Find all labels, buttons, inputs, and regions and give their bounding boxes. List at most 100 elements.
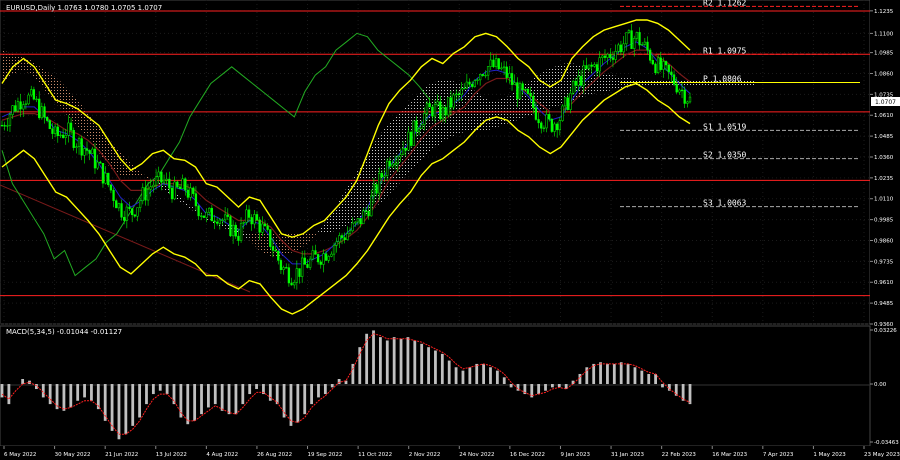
candle-body [266,225,269,230]
candle-body [370,195,373,217]
candle-body [362,210,365,225]
candle-body [83,148,86,156]
candle-body [186,189,190,198]
candle-body [633,38,636,49]
candle-body [393,163,397,165]
cloud-segment [554,63,565,107]
candle-body [101,162,105,184]
candle-body [202,215,206,218]
price-axis[interactable]: 1.12351.11001.09851.08601.07351.06101.04… [870,0,900,328]
cloud-segment [488,100,498,131]
trading-chart[interactable]: R2 1.1262 R1 1.0975 P 1.0806 S1 1.0519 S2 1.… [0,0,900,460]
time-tick-label: 19 Sep 2022 [308,452,343,458]
candle-body [577,75,580,86]
candle-body [234,224,237,237]
price-tick-label: 1.0860 [874,71,894,77]
price-tick-label: 1.0235 [874,176,894,182]
cloud-segment [392,110,403,191]
candle-body [439,101,442,120]
candle-body [247,209,251,218]
candle-body [433,104,437,117]
candle-body [601,55,604,58]
candle-body [173,181,176,200]
candle-body [261,223,264,233]
candle-body [468,81,471,85]
candle-body [566,97,569,110]
time-axis[interactable]: 6 May 2022 30 May 2022 21 Jun 2022 13 Jul 2… [0,446,900,460]
candle-body [431,106,434,117]
macd-tick-label: 0.00 [874,382,887,388]
candle-body [455,93,458,96]
candle-body [295,268,299,283]
price-panel[interactable]: R2 1.1262 R1 1.0975 P 1.0806 S1 1.0519 S2 1.… [0,0,871,325]
candle-body [380,173,384,178]
candle-body [223,214,227,221]
candle-body [138,200,142,208]
candle-body [638,32,641,46]
candle-body [141,187,144,202]
candle-body [463,87,466,90]
candle-body [35,98,38,101]
candle-body [396,156,399,165]
candle-body [356,218,360,223]
candle-body [513,82,516,85]
candle-body [534,107,538,120]
candle-body [617,44,620,52]
price-tick-label: 0.9610 [874,280,894,286]
candle-body [540,122,543,129]
candle-body [595,64,599,72]
candle-body [436,101,439,106]
candle-body [133,214,136,217]
candle-body [160,171,163,183]
candle-body [192,187,195,194]
time-tick-label: 22 Feb 2023 [662,452,697,458]
candle-body [0,125,4,127]
candle-body [548,114,551,120]
candle-body [564,97,567,107]
candle-body [314,250,317,255]
price-tick-label: 1.0610 [874,113,894,119]
candle-body [322,253,325,265]
macd-panel[interactable]: MACD(5,34,5) -0.01044 -0.01127 [0,325,871,447]
candle-body [516,82,519,100]
candle-body [603,55,607,58]
candle-body [46,117,49,121]
candle-body [176,181,179,188]
candle-body [290,282,293,286]
candle-body [646,41,649,51]
price-tick-label: 0.9485 [874,301,894,307]
candle-body [213,220,216,223]
macd-tick-label: 0.03226 [874,328,897,334]
candle-body [489,59,492,67]
price-tick-label: 1.0485 [874,134,894,140]
candle-body [88,150,91,154]
candle-body [590,64,593,67]
candle-body [444,107,447,116]
candle-body [24,103,28,105]
candle-body [221,219,224,221]
candle-body [64,135,67,138]
candle-body [311,250,314,260]
candle-body [19,101,22,110]
cloud-segment [469,86,479,131]
candle-body [518,83,522,100]
candle-body [651,60,654,65]
candle-body [125,206,128,221]
time-tick-label: 23 May 2023 [864,452,900,458]
candle-body [189,187,192,198]
candle-body [486,66,490,76]
candle-body [654,63,657,73]
candle-body [441,107,445,120]
candle-body [14,105,17,112]
candle-body [556,123,559,131]
candle-body [303,257,306,265]
candle-body [465,81,469,89]
candle-body [492,59,495,68]
candle-body [420,124,423,129]
candle-body [293,282,296,286]
candle-body [216,221,219,224]
candle-body [348,230,352,234]
candle-body [178,186,182,189]
candle-body [500,67,503,70]
candle-body [412,120,415,146]
